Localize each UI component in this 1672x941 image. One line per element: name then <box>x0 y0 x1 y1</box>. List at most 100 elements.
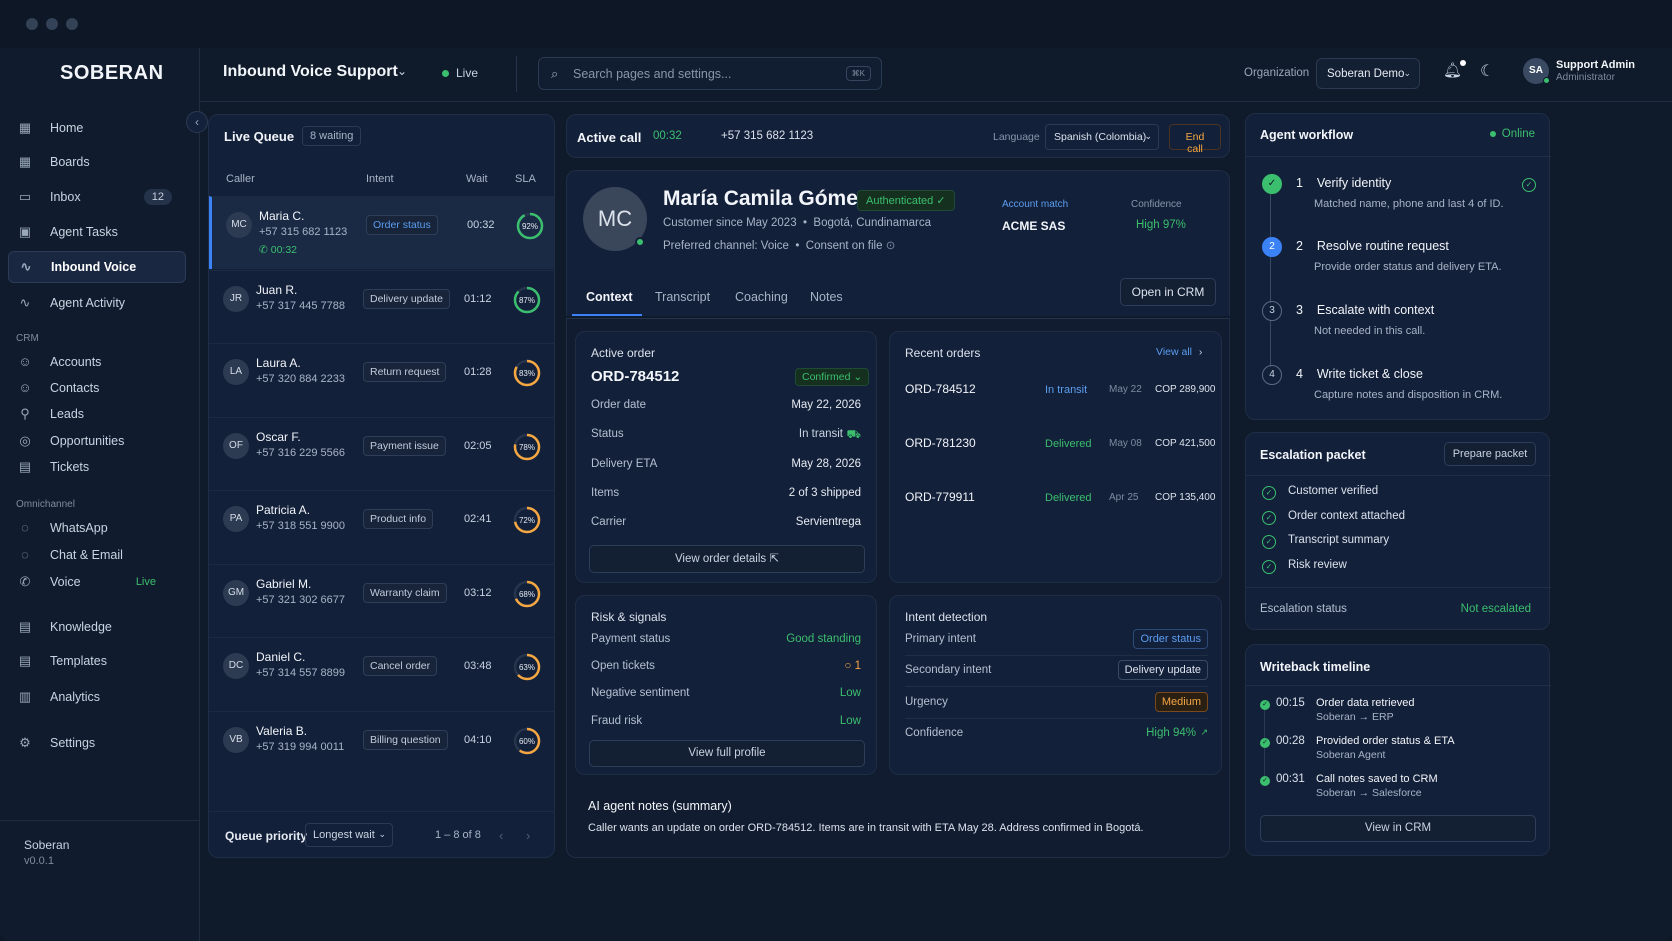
order-row: Status In transit ⛟ <box>591 428 861 441</box>
escalation-item-label: Order context attached <box>1288 510 1405 522</box>
sidebar-item-knowledge[interactable]: ▤ Knowledge <box>8 611 186 643</box>
window-minimize-button[interactable] <box>46 18 58 30</box>
order-row-value: Servientrega <box>795 516 861 528</box>
search-box[interactable]: ⌕ ⌘K <box>538 57 882 90</box>
recent-order-id: ORD-779911 <box>905 490 975 504</box>
active-tab-indicator <box>572 314 642 316</box>
caller-phone: +57 317 445 7788 <box>256 299 346 312</box>
language-label: Language <box>993 131 1040 143</box>
sidebar-item-label: Voice <box>50 575 81 589</box>
voice-live-tag: Live <box>135 576 156 588</box>
caller-phone: +57 321 302 6677 <box>256 593 346 606</box>
page-title[interactable]: Inbound Voice Support <box>223 63 398 81</box>
order-row-value: May 22, 2026 <box>791 399 861 411</box>
workflow-status: Online <box>1489 128 1535 140</box>
chevron-down-icon[interactable]: ⌄ <box>397 64 407 78</box>
escalation-item-label: Risk review <box>1288 559 1347 571</box>
prev-page-icon[interactable]: ‹ <box>499 828 503 843</box>
intent-row: Confidence High 94% ↗ <box>905 727 1208 739</box>
sla-value: 92% <box>522 222 538 231</box>
sla-ring: 87% <box>513 286 541 313</box>
sidebar-item-analytics[interactable]: ▥ Analytics <box>8 681 186 713</box>
organization-select[interactable]: Soberan Demo ⌄ <box>1316 58 1420 89</box>
recent-order-row[interactable]: ORD-784512 In transit May 22 COP 289,900 <box>905 382 1215 412</box>
step-title: 3 Escalate with context <box>1296 303 1434 317</box>
prepare-packet-button[interactable]: Prepare packet <box>1444 442 1536 466</box>
recent-order-status: Delivered <box>1045 492 1092 504</box>
sla-ring: 72% <box>513 506 541 534</box>
queue-row-laura-a[interactable]: LA Laura A. +57 320 884 2233 Return request… <box>209 343 554 416</box>
language-select[interactable]: Spanish (Colombia) ⌄ <box>1045 124 1159 150</box>
tab-coaching[interactable]: Coaching <box>735 290 788 304</box>
sidebar-item-templates[interactable]: ▤ Templates <box>8 645 186 677</box>
sidebar-item-agent-activity[interactable]: ∿ Agent Activity <box>8 287 186 319</box>
avatar-initials: SA <box>1529 65 1543 76</box>
tab-transcript[interactable]: Transcript <box>655 290 710 304</box>
queue-row-juan-r[interactable]: JR Juan R. +57 317 445 7788 Delivery update… <box>209 269 554 343</box>
knowledge-icon: ▤ <box>18 619 32 634</box>
pagination-text: 1 – 8 of 8 <box>435 829 481 841</box>
search-icon: ⌕ <box>551 66 559 81</box>
collapse-sidebar-button[interactable]: ‹ <box>186 111 208 133</box>
queue-footer: Queue priority Longest wait ⌄ 1 – 8 of 8 … <box>209 811 554 857</box>
search-shortcut: ⌘K <box>845 66 871 81</box>
recent-order-row[interactable]: ORD-781230 Delivered May 08 COP 421,500 <box>905 436 1215 466</box>
sidebar-item-home[interactable]: ▦ Home <box>8 112 186 144</box>
window-close-button[interactable] <box>26 18 38 30</box>
sidebar: SOBERAN ▦ Home ▦ Boards ▭ Inbox 12 ▣ Agent Ta… <box>0 48 200 941</box>
queue-priority-select[interactable]: Longest wait ⌄ <box>305 823 393 847</box>
recent-order-row[interactable]: ORD-779911 Delivered Apr 25 COP 135,400 <box>905 490 1215 520</box>
sidebar-item-voice[interactable]: ✆ Voice Live <box>8 566 186 598</box>
sidebar-item-inbox[interactable]: ▭ Inbox 12 <box>8 181 186 213</box>
customer-meta: Customer since May 2023 • Bogotá, Cundin… <box>663 217 932 229</box>
queue-title: Live Queue <box>224 129 295 144</box>
sidebar-item-inbound-voice[interactable]: ∿ Inbound Voice <box>8 251 186 283</box>
view-full-profile-button[interactable]: View full profile <box>589 740 865 767</box>
dark-mode-moon-icon[interactable]: ☾ <box>1480 61 1494 81</box>
column-header-caller[interactable]: Caller <box>226 173 255 185</box>
authenticated-badge: Authenticated ✓ <box>857 190 955 211</box>
intent-row: Urgency Medium <box>905 692 1208 712</box>
sla-ring: 63% <box>513 653 541 681</box>
view-all-link[interactable]: View all › <box>1156 346 1202 358</box>
recent-order-id: ORD-784512 <box>905 382 976 396</box>
escalation-packet-card: Escalation packet Prepare packet ✓ Custom… <box>1245 432 1551 630</box>
whatsapp-icon: ◌ <box>21 520 29 535</box>
search-input[interactable] <box>573 58 833 89</box>
queue-row-valeria-b[interactable]: VB Valeria B. +57 319 994 0011 Billing ques… <box>209 710 554 784</box>
queue-row-maria-c[interactable]: MC Maria C. +57 315 682 1123 ✆ 00:32 Order s… <box>209 196 554 269</box>
sidebar-item-settings[interactable]: ⚙ Settings <box>8 727 186 759</box>
open-in-crm-button[interactable]: Open in CRM <box>1120 278 1216 306</box>
caller-phone: +57 316 229 5566 <box>256 446 346 459</box>
window-maximize-button[interactable] <box>66 18 78 30</box>
next-page-icon[interactable]: › <box>526 828 530 843</box>
sidebar-item-tickets[interactable]: ▤ Tickets <box>8 451 186 483</box>
sla-value: 72% <box>519 516 535 525</box>
account-match-value[interactable]: ACME SAS <box>1002 219 1065 233</box>
view-order-details-button[interactable]: View order details ⇱ <box>589 545 865 573</box>
view-in-crm-button[interactable]: View in CRM <box>1260 815 1536 842</box>
sidebar-divider <box>0 820 200 821</box>
user-avatar[interactable]: SA <box>1523 58 1550 84</box>
tab-context[interactable]: Context <box>586 290 633 304</box>
notifications-bell-icon[interactable]: 🔔︎ <box>1443 60 1467 79</box>
customer-meta-2: Preferred channel: Voice • Consent on fi… <box>663 240 896 252</box>
sla-value: 60% <box>519 737 535 746</box>
sidebar-item-agent-tasks[interactable]: ▣ Agent Tasks <box>8 216 186 248</box>
queue-row-gabriel-m[interactable]: GM Gabriel M. +57 321 302 6677 Warranty cla… <box>209 563 554 637</box>
end-call-button[interactable]: End call <box>1169 124 1221 155</box>
step-number: 2 <box>1296 239 1303 253</box>
risk-row: Payment status Good standing <box>591 633 861 645</box>
tab-notes[interactable]: Notes <box>810 290 843 304</box>
column-header-sla[interactable]: SLA <box>515 173 536 185</box>
column-header-intent[interactable]: Intent <box>366 173 394 185</box>
sidebar-item-boards[interactable]: ▦ Boards <box>8 146 186 178</box>
escalation-status-label: Escalation status <box>1260 603 1347 615</box>
queue-row-oscar-f[interactable]: OF Oscar F. +57 316 229 5566 Payment issue 0… <box>209 416 554 490</box>
order-row-value: May 28, 2026 <box>791 458 861 470</box>
column-header-wait[interactable]: Wait <box>466 173 488 185</box>
intent-badge: Payment issue <box>363 435 446 456</box>
inbox-count-badge: 12 <box>143 189 172 205</box>
queue-row-patricia-a[interactable]: PA Patricia A. +57 318 551 9900 Product inf… <box>209 490 554 563</box>
queue-row-daniel-c[interactable]: DC Daniel C. +57 314 557 8899 Cancel order 0… <box>209 637 554 710</box>
